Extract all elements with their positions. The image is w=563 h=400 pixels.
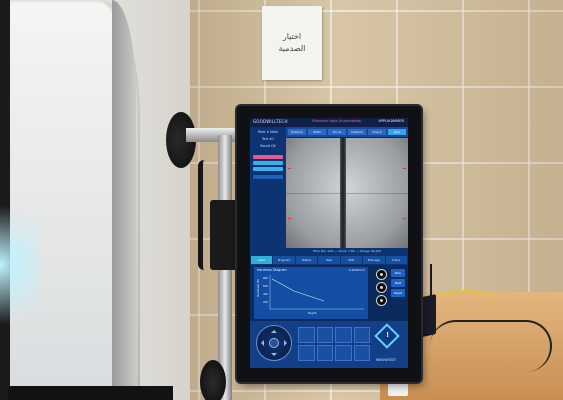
mode-tab-auto[interactable]: Auto	[251, 256, 273, 264]
arrow-down-icon[interactable]	[271, 353, 277, 359]
info-glyph: !	[386, 331, 390, 339]
knob-button[interactable]	[376, 282, 387, 293]
red-marker	[403, 218, 406, 219]
monitor-screen: GOODWILLTECH Standard data (Automated) A…	[250, 118, 408, 368]
status-text: Standard data (Automated)	[312, 119, 362, 123]
brand-text: APPLIKAMMER	[378, 119, 404, 123]
control-button[interactable]	[316, 345, 333, 361]
side-indicator-pink	[253, 155, 283, 159]
graph-controls: Prev Next Reset	[372, 267, 406, 319]
prev-button[interactable]: Prev	[391, 269, 405, 277]
control-button[interactable]	[316, 327, 333, 343]
joystick-control[interactable]	[256, 325, 292, 361]
mode-tab-stat[interactable]: Stat	[340, 256, 363, 264]
side-line-3: Result OK	[260, 144, 276, 148]
reset-button[interactable]: Reset	[391, 289, 405, 297]
control-button[interactable]	[335, 327, 352, 343]
side-line-2: Test #1	[262, 137, 274, 141]
tab-capture[interactable]: Capture	[348, 129, 366, 135]
joystick-center[interactable]	[269, 338, 279, 348]
control-button-grid	[298, 327, 370, 361]
sign-line-2: الصدمية	[278, 44, 306, 53]
instrument-edge	[112, 0, 136, 400]
mount-disk-lower	[200, 360, 226, 400]
mode-tab-manage[interactable]: Manage	[363, 256, 385, 264]
tab-position[interactable]: Position	[288, 129, 306, 135]
red-marker	[288, 218, 291, 219]
crosshair-line	[286, 193, 408, 194]
live-caption: Fiber Pos: 120 ---- Score: 1.56 ---- Ran…	[286, 248, 408, 255]
side-line-1: Fiber A Stats	[257, 130, 279, 134]
microscope-live-view[interactable]	[286, 138, 408, 248]
control-panel: ! INNOVATEST	[250, 321, 408, 368]
brand-corner: INNOVATEST	[376, 358, 397, 362]
control-button[interactable]	[335, 345, 352, 361]
mode-tab-done[interactable]: Done	[385, 256, 407, 264]
control-button[interactable]	[353, 345, 370, 361]
knob-button[interactable]	[376, 295, 387, 306]
red-marker	[288, 168, 291, 169]
yellow-cable	[436, 290, 496, 312]
knob-button[interactable]	[376, 269, 387, 280]
next-button[interactable]: Next	[391, 279, 405, 287]
side-indicator-dark	[253, 175, 283, 179]
bottom-strip	[8, 386, 173, 400]
photo-scene: اختيار الصدمية GOODWILLTECH Standard dat…	[0, 0, 563, 400]
black-cable	[430, 320, 552, 372]
mode-tab-status[interactable]: Status	[295, 256, 318, 264]
power-socket	[388, 382, 408, 396]
tab-focus[interactable]: Focus	[328, 129, 346, 135]
mode-tab-program[interactable]: Program	[273, 256, 295, 264]
top-tab-row: Position Stats Focus Capture Check Rels	[286, 127, 408, 137]
side-panel: Fiber A Stats Test #1 Result OK	[250, 127, 286, 255]
tab-check[interactable]: Check	[368, 129, 386, 135]
arrow-up-icon[interactable]	[271, 327, 277, 333]
tab-stats[interactable]: Stats	[308, 129, 326, 135]
app-logo: GOODWILLTECH	[253, 119, 288, 124]
graph-x-label: Depth	[308, 311, 317, 315]
control-button[interactable]	[353, 327, 370, 343]
fiber-image	[340, 138, 346, 248]
touch-monitor: GOODWILLTECH Standard data (Automated) A…	[237, 106, 421, 382]
hardness-graph: Hardness Diagram 0.1000mm Hardness HV 80…	[254, 267, 368, 319]
side-indicator-blue-2	[253, 167, 283, 171]
mode-tabs: Auto Program Status Test Stat Manage Don…	[250, 255, 408, 265]
control-button[interactable]	[298, 327, 315, 343]
side-indicator-blue	[253, 161, 283, 165]
pole-clamp	[210, 200, 240, 270]
sign-line-1: اختيار	[282, 32, 302, 42]
screen-header: GOODWILLTECH Standard data (Automated) A…	[250, 118, 408, 127]
arrow-left-icon[interactable]	[258, 340, 264, 346]
mode-tab-test[interactable]: Test	[318, 256, 340, 264]
red-marker	[403, 168, 406, 169]
cyan-light	[0, 190, 40, 340]
control-button[interactable]	[298, 345, 315, 361]
paper-sign: اختيار الصدمية	[262, 6, 322, 80]
arrow-right-icon[interactable]	[284, 340, 290, 346]
graph-curve	[271, 278, 325, 302]
tab-rels[interactable]: Rels	[388, 129, 406, 135]
